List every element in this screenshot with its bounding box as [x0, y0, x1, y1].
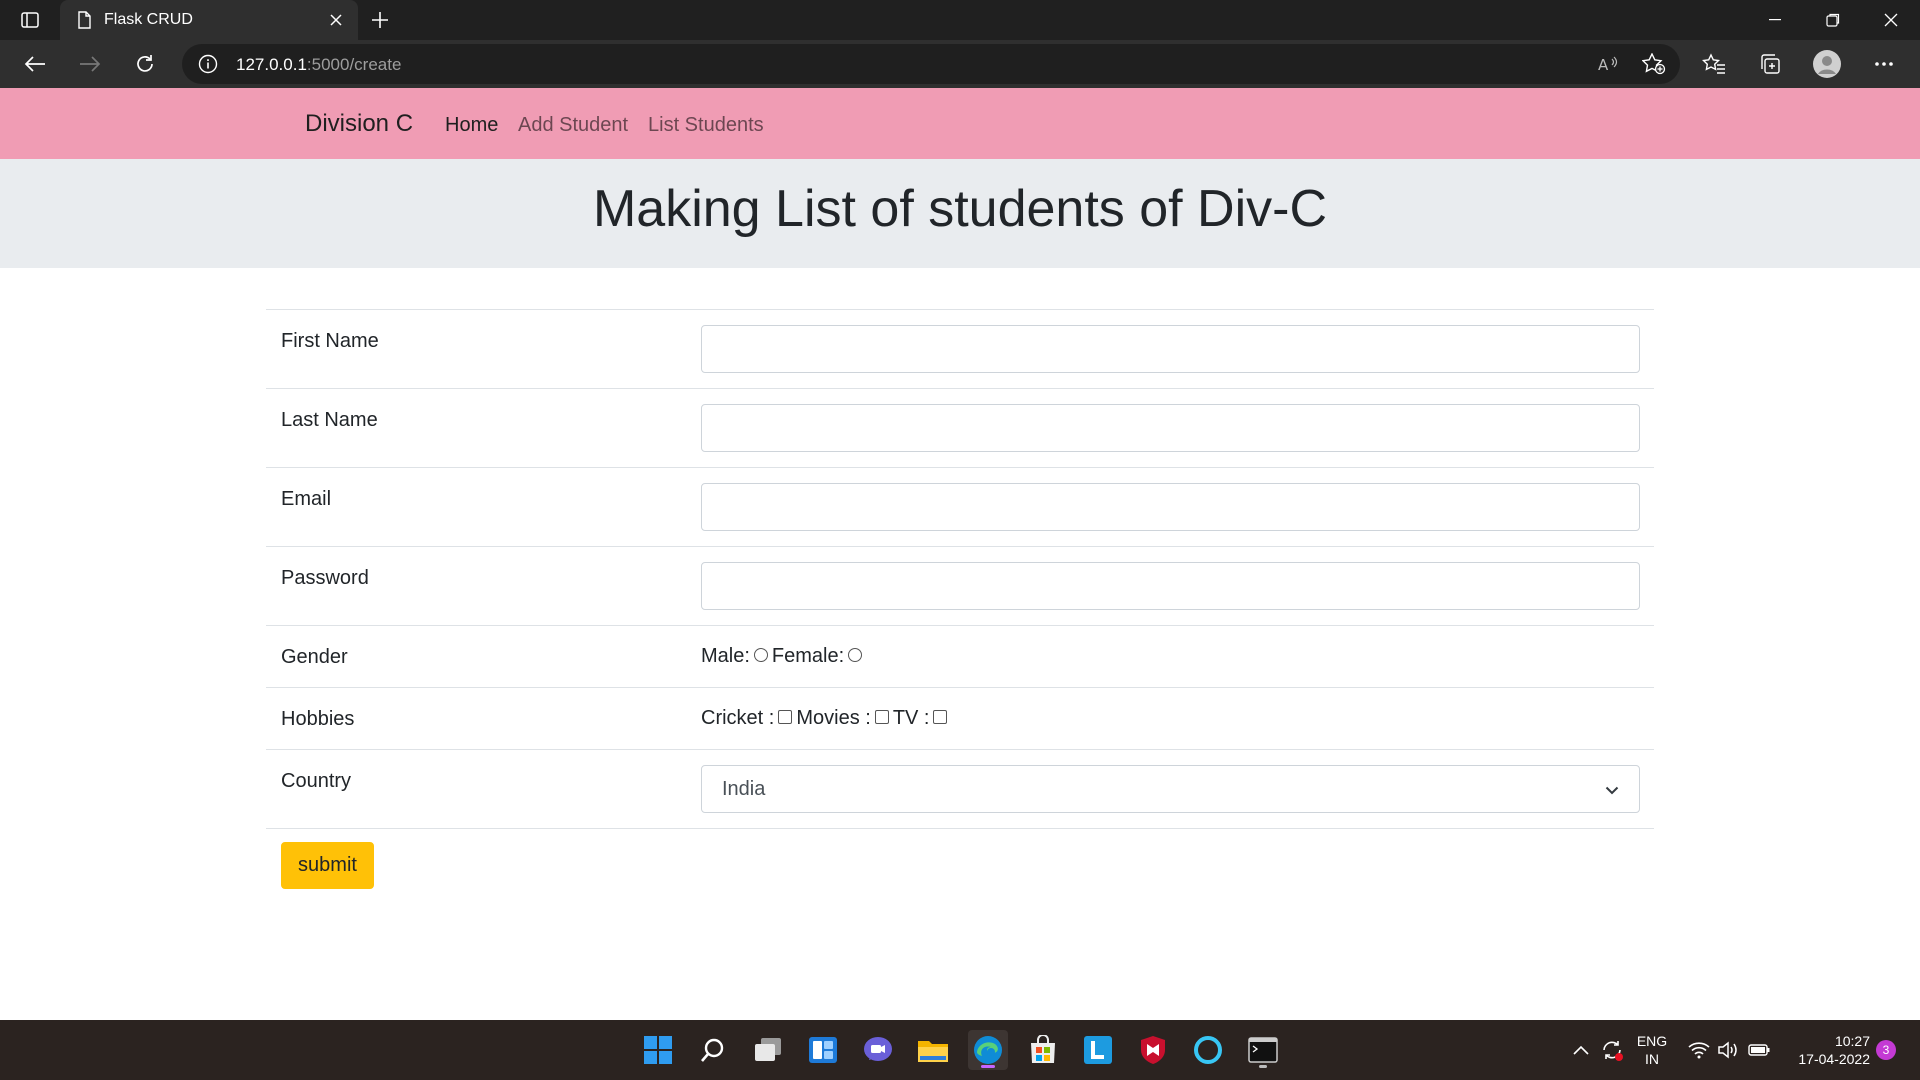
edge-icon[interactable]	[968, 1030, 1008, 1070]
system-clock[interactable]: 10:27 17-04-2022	[1780, 1032, 1870, 1068]
nav-link-add-student[interactable]: Add Student	[518, 114, 628, 137]
sync-icon[interactable]	[1598, 1030, 1626, 1070]
favorites-icon[interactable]	[1696, 46, 1732, 82]
file-explorer-icon[interactable]	[913, 1030, 953, 1070]
url-text: 127.0.0.1:5000/create	[236, 55, 402, 74]
hobby-tv-checkbox[interactable]	[933, 709, 948, 724]
profile-avatar-icon[interactable]	[1809, 46, 1845, 82]
region-code: IN	[1645, 1051, 1659, 1067]
terminal-icon[interactable]	[1243, 1030, 1283, 1070]
browser-tab-bar: Flask CRUD	[0, 0, 1920, 40]
forward-icon[interactable]	[72, 46, 108, 82]
email-label: Email	[281, 488, 332, 510]
site-info-icon[interactable]	[198, 54, 218, 74]
page-icon	[74, 10, 94, 30]
last-name-label: Last Name	[281, 409, 378, 431]
first-name-label: First Name	[281, 330, 379, 352]
email-row: Email	[266, 467, 1654, 546]
clock-date: 17-04-2022	[1798, 1051, 1870, 1067]
close-window-icon[interactable]	[1862, 0, 1920, 40]
page-header: Making List of students of Div-C	[0, 159, 1920, 268]
hobby-tv-label: TV :	[892, 707, 930, 729]
widgets-icon[interactable]	[803, 1030, 843, 1070]
tab-actions-icon[interactable]	[14, 8, 46, 32]
volume-icon[interactable]	[1716, 1030, 1742, 1070]
password-label: Password	[281, 567, 369, 589]
edge-active-indicator	[981, 1065, 995, 1068]
collections-icon[interactable]	[1752, 46, 1788, 82]
gender-male-radio[interactable]	[753, 647, 768, 662]
site-navbar: Division C Home Add Student List Student…	[0, 88, 1920, 159]
lens-app-icon[interactable]	[1078, 1030, 1118, 1070]
tab-title: Flask CRUD	[104, 11, 193, 28]
mcafee-icon[interactable]	[1133, 1030, 1173, 1070]
hobby-cricket-checkbox[interactable]	[778, 709, 793, 724]
cortana-icon[interactable]	[1188, 1030, 1228, 1070]
browser-tab-active[interactable]: Flask CRUD	[60, 0, 358, 40]
add-favorite-icon[interactable]	[1640, 50, 1668, 78]
password-row: Password	[266, 546, 1654, 625]
language-indicator[interactable]: ENG IN	[1632, 1032, 1672, 1068]
read-aloud-icon[interactable]: A	[1594, 50, 1622, 78]
language-code: ENG	[1636, 1033, 1668, 1049]
hobby-options: Cricket : Movies : TV :	[701, 707, 951, 730]
address-bar[interactable]: 127.0.0.1:5000/create A	[182, 44, 1680, 84]
hobby-movies-checkbox[interactable]	[874, 709, 889, 724]
page-title: Making List of students of Div-C	[592, 180, 1328, 238]
submit-button[interactable]: submit	[281, 842, 374, 889]
minimize-icon[interactable]	[1746, 0, 1804, 40]
last-name-row: Last Name	[266, 388, 1654, 467]
more-options-icon[interactable]	[1866, 46, 1902, 82]
gender-options: Male: Female:	[701, 645, 866, 668]
wifi-icon[interactable]	[1686, 1030, 1712, 1070]
chevron-up-icon[interactable]	[1570, 1030, 1592, 1070]
navbar-brand[interactable]: Division C	[305, 110, 413, 138]
windows-taskbar: ENG IN 10:27 17-04-2022 3	[0, 1020, 1920, 1080]
student-form: First Name Last Name Email Password Gend…	[266, 309, 1654, 829]
country-row: Country India	[266, 749, 1654, 828]
back-icon[interactable]	[17, 46, 53, 82]
gender-male-label: Male:	[701, 645, 750, 667]
country-select[interactable]: India	[701, 765, 1640, 813]
password-input[interactable]	[701, 562, 1640, 610]
form-bottom-divider	[266, 828, 1654, 829]
new-tab-button[interactable]	[364, 6, 396, 34]
teams-chat-icon[interactable]	[858, 1030, 898, 1070]
browser-toolbar: 127.0.0.1:5000/create A	[0, 40, 1920, 88]
hobbies-row: Hobbies Cricket : Movies : TV :	[266, 687, 1654, 749]
store-icon[interactable]	[1023, 1030, 1063, 1070]
hobby-movies-label: Movies :	[796, 707, 871, 729]
gender-row: Gender Male: Female:	[266, 625, 1654, 687]
svg-text:A: A	[1598, 56, 1609, 74]
first-name-row: First Name	[266, 309, 1654, 388]
task-view-icon[interactable]	[748, 1030, 788, 1070]
refresh-icon[interactable]	[127, 46, 163, 82]
last-name-input[interactable]	[701, 404, 1640, 452]
close-tab-icon[interactable]	[324, 8, 348, 32]
notification-badge[interactable]: 3	[1876, 1040, 1896, 1060]
gender-female-label: Female:	[771, 645, 845, 667]
hobby-cricket-label: Cricket :	[701, 707, 775, 729]
terminal-open-indicator	[1259, 1065, 1267, 1068]
nav-link-home[interactable]: Home	[445, 114, 498, 137]
country-label: Country	[281, 770, 352, 792]
email-input[interactable]	[701, 483, 1640, 531]
page-viewport: Division C Home Add Student List Student…	[0, 88, 1920, 1020]
nav-link-list-students[interactable]: List Students	[648, 114, 764, 137]
gender-female-radio[interactable]	[848, 647, 863, 662]
search-icon[interactable]	[693, 1030, 733, 1070]
battery-icon[interactable]	[1746, 1030, 1772, 1070]
chevron-down-icon	[1605, 778, 1619, 801]
country-selected-value: India	[722, 777, 766, 800]
clock-time: 10:27	[1834, 1033, 1870, 1049]
hobbies-label: Hobbies	[281, 708, 355, 730]
restore-icon[interactable]	[1804, 0, 1862, 40]
start-icon[interactable]	[638, 1030, 678, 1070]
first-name-input[interactable]	[701, 325, 1640, 373]
gender-label: Gender	[281, 646, 348, 668]
